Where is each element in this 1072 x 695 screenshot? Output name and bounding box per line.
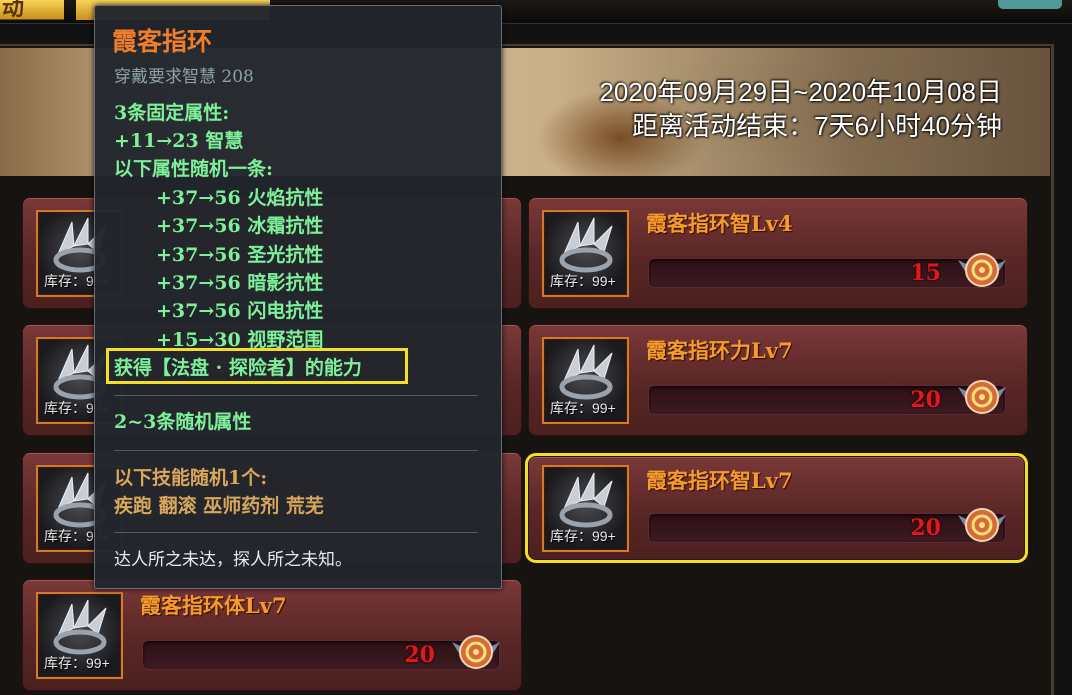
top-right-button[interactable] [998, 0, 1062, 9]
currency-coin-icon [452, 635, 500, 669]
item-price: 20 [910, 515, 941, 541]
item-name: 霞客指环力Lv7 [646, 338, 793, 363]
ring-icon: 库存：99+ [36, 592, 123, 679]
random-attribute: +37→56 暗影抗性 [156, 272, 324, 294]
ring-icon: 库存：99+ [542, 210, 629, 297]
ring-icon: 库存：99+ [542, 465, 629, 552]
event-date-range: 2020年09月29日~2020年10月08日 [599, 77, 1002, 107]
tab-activity[interactable]: 动 [0, 0, 64, 21]
random-attribute: +37→56 闪电抗性 [156, 300, 324, 322]
random-attribute: +37→56 圣光抗性 [156, 244, 324, 266]
currency-coin-icon [958, 380, 1006, 414]
random-attribute: +37→56 冰霜抗性 [156, 215, 324, 237]
price-bar: 20 [648, 513, 1006, 543]
event-countdown: 距离活动结束：7天6小时40分钟 [632, 111, 1002, 141]
flavor-text: 达人所之未达，探人所之未知。 [114, 550, 352, 570]
random-attributes-header: 以下属性随机一条: [114, 158, 274, 180]
random-attribute-count: 2~3条随机属性 [114, 411, 252, 433]
price-bar: 20 [142, 640, 500, 670]
divider [114, 532, 478, 533]
item-tooltip: 霞客指环 穿戴要求智慧 208 3条固定属性: +11→23 智慧 以下属性随机… [94, 5, 502, 589]
tab-activity-label: 动 [2, 0, 25, 21]
random-attribute: +37→56 火焰抗性 [156, 187, 324, 209]
item-price: 20 [404, 642, 435, 668]
stock-label: 库存：99+ [44, 655, 110, 671]
item-name: 霞客指环体Lv7 [140, 593, 287, 618]
item-name: 霞客指环智Lv4 [646, 211, 793, 236]
shop-item-card-selected[interactable]: 库存：99+ 霞客指环智Lv7 20 [525, 453, 1028, 563]
item-price: 15 [910, 260, 941, 286]
tooltip-title: 霞客指环 [112, 27, 213, 56]
currency-coin-icon [958, 508, 1006, 542]
shop-item-card[interactable]: 库存：99+ 霞客指环智Lv4 15 [528, 197, 1028, 309]
fixed-attribute: +11→23 智慧 [114, 130, 244, 152]
divider [114, 395, 478, 396]
tooltip-requirement: 穿戴要求智慧 208 [114, 67, 254, 87]
skills-list: 疾跑 翻滚 巫师药剂 荒芜 [114, 495, 324, 517]
stock-label: 库存：99+ [550, 273, 616, 289]
item-price: 20 [910, 387, 941, 413]
ring-icon: 库存：99+ [542, 337, 629, 424]
shop-item-card[interactable]: 库存：99+ 霞客指环体Lv7 20 [22, 579, 522, 691]
ability-text: 获得【法盘 · 探险者】的能力 [114, 357, 362, 379]
stock-label: 库存：99+ [550, 400, 616, 416]
price-bar: 20 [648, 385, 1006, 415]
price-bar: 15 [648, 258, 1006, 288]
event-dates: 2020年09月29日~2020年10月08日 距离活动结束：7天6小时40分钟 [599, 75, 1002, 143]
divider [114, 450, 478, 451]
currency-coin-icon [958, 253, 1006, 287]
skills-header: 以下技能随机1个: [114, 467, 268, 489]
shop-item-card[interactable]: 库存：99+ 霞客指环力Lv7 20 [528, 324, 1028, 436]
stock-label: 库存：99+ [550, 528, 616, 544]
fixed-attributes-header: 3条固定属性: [114, 102, 230, 124]
item-name: 霞客指环智Lv7 [646, 468, 793, 493]
